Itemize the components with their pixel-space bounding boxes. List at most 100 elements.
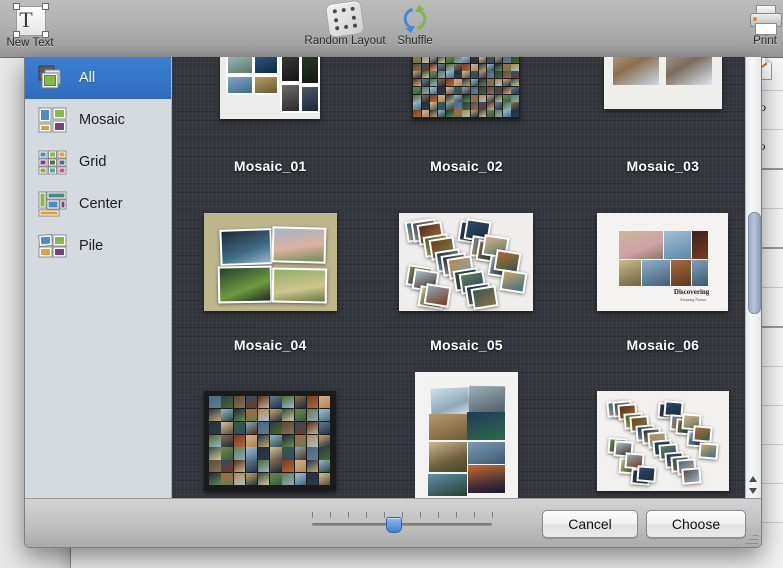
collage-photo <box>270 473 282 486</box>
collage-photo <box>233 473 246 486</box>
collage-photo <box>470 285 499 310</box>
collage-caption-subtitle: Amazing Nature <box>679 297 707 302</box>
collage-photo <box>503 79 511 87</box>
collage-photo <box>437 110 446 118</box>
template-chooser-sheet: All Mosaic Grid Center Pile Mosaic_01 Mo… <box>24 57 762 548</box>
choose-button[interactable]: Choose <box>646 510 746 538</box>
slider-ticks <box>312 512 493 518</box>
resize-grip[interactable] <box>744 531 758 545</box>
collage-photo <box>257 396 270 409</box>
slider-track[interactable] <box>312 523 492 526</box>
template-label: Mosaic_06 <box>626 337 700 353</box>
sidebar-item-label: All <box>79 70 96 86</box>
new-text-label: New Text <box>6 37 54 49</box>
scrollbar-thumb[interactable] <box>748 212 761 314</box>
collage-photo <box>413 71 421 79</box>
collage-photo <box>282 434 294 447</box>
vertical-scrollbar[interactable] <box>745 57 761 499</box>
sidebar-item-mosaic[interactable]: Mosaic <box>25 99 171 141</box>
template-item-mosaic-04[interactable]: Mosaic_04 <box>172 174 368 353</box>
print-button[interactable]: Print <box>719 4 783 47</box>
collage-photo <box>478 110 487 118</box>
collage-photo <box>462 86 470 94</box>
collage-photo <box>282 473 294 486</box>
collage-photo <box>681 467 703 485</box>
collage-photo <box>413 63 421 71</box>
template-item-mosaic-07[interactable]: Mosaic_07 <box>172 353 368 499</box>
collage-photo <box>221 408 233 421</box>
slider-tick <box>402 512 403 518</box>
template-item-mosaic-05[interactable]: Mosaic_05 <box>368 174 564 353</box>
collage-photo <box>437 71 446 79</box>
sidebar-item-all[interactable]: All <box>25 57 171 99</box>
template-item-mosaic-01[interactable]: Mosaic_01 <box>172 57 368 174</box>
collage-photo <box>257 421 270 434</box>
collage-photo <box>221 473 233 486</box>
collage-photo <box>486 86 495 94</box>
collage-photo <box>437 63 446 71</box>
scroll-down-arrow[interactable] <box>748 486 759 497</box>
sheet-footer: Cancel Choose <box>25 498 761 547</box>
template-item-mosaic-09[interactable]: Mosaic_09 <box>565 353 761 499</box>
collage-photo <box>470 86 478 94</box>
printer-icon <box>719 4 783 35</box>
collage-photo <box>421 71 430 79</box>
template-row: Mosaic_04 Mosaic_05 Discovering Amazing … <box>172 174 761 353</box>
shuffle-button[interactable]: Shuffle <box>369 4 461 47</box>
shuffle-icon-svg <box>403 5 427 33</box>
collage-photo <box>270 434 282 447</box>
collage-photo <box>257 434 270 447</box>
collage-photo <box>421 102 430 110</box>
sidebar-item-grid[interactable]: Grid <box>25 141 171 183</box>
slider-tick <box>456 512 457 518</box>
collage-photo <box>462 79 470 87</box>
template-item-mosaic-06[interactable]: Discovering Amazing Nature Mosaic_06 <box>565 174 761 353</box>
new-text-button[interactable]: T New Text <box>0 3 76 49</box>
thumbnail <box>203 192 337 332</box>
collage-photo <box>245 460 258 473</box>
collage-photo <box>429 110 438 118</box>
cancel-button[interactable]: Cancel <box>542 510 638 538</box>
template-label: Mosaic_02 <box>430 158 503 174</box>
collage-photo <box>270 421 282 434</box>
collage-photo <box>306 396 319 409</box>
collage-photo <box>495 63 503 71</box>
collage-photo <box>437 102 446 110</box>
collage-photo <box>470 79 478 87</box>
template-item-mosaic-02[interactable]: Mosaic_02 <box>368 57 564 174</box>
collage-photo <box>495 57 503 63</box>
thumbnail <box>603 57 722 153</box>
collage-photo <box>503 57 511 63</box>
collage-photo <box>233 421 246 434</box>
slider-tick <box>384 512 385 518</box>
slider-tick <box>312 512 313 518</box>
template-label: Mosaic_03 <box>626 158 700 174</box>
collage-photo <box>257 447 270 460</box>
collage-photo <box>446 57 454 63</box>
print-label: Print <box>753 35 777 47</box>
sidebar-item-pile[interactable]: Pile <box>25 225 171 267</box>
scroll-up-arrow[interactable] <box>748 474 759 485</box>
collage-photo <box>446 71 454 79</box>
collage-photo <box>454 57 462 63</box>
collage-photo <box>511 86 519 94</box>
template-item-mosaic-08[interactable]: Mosaic_08 <box>368 353 564 499</box>
collage-photo <box>209 408 221 421</box>
template-grid-scroll-area[interactable]: Mosaic_01 Mosaic_02 Mosaic_03 Mosaic_04 … <box>172 57 761 499</box>
shuffle-label: Shuffle <box>397 35 433 47</box>
collage-photo <box>245 421 258 434</box>
thumbnail-size-slider[interactable] <box>312 512 493 534</box>
collage-photo <box>270 408 282 421</box>
collage-photo <box>478 57 487 63</box>
slider-knob[interactable] <box>386 517 402 533</box>
collage-photo <box>478 102 487 110</box>
collage-photo <box>221 447 233 460</box>
collage-photo <box>495 79 503 87</box>
sidebar-item-center[interactable]: Center <box>25 183 171 225</box>
collage-photo <box>318 434 331 447</box>
template-item-mosaic-03[interactable]: Mosaic_03 <box>565 57 761 174</box>
collage-photo <box>636 464 657 483</box>
collage-photo <box>478 94 487 102</box>
collage-photo <box>429 86 438 94</box>
collage-photo <box>462 57 470 63</box>
